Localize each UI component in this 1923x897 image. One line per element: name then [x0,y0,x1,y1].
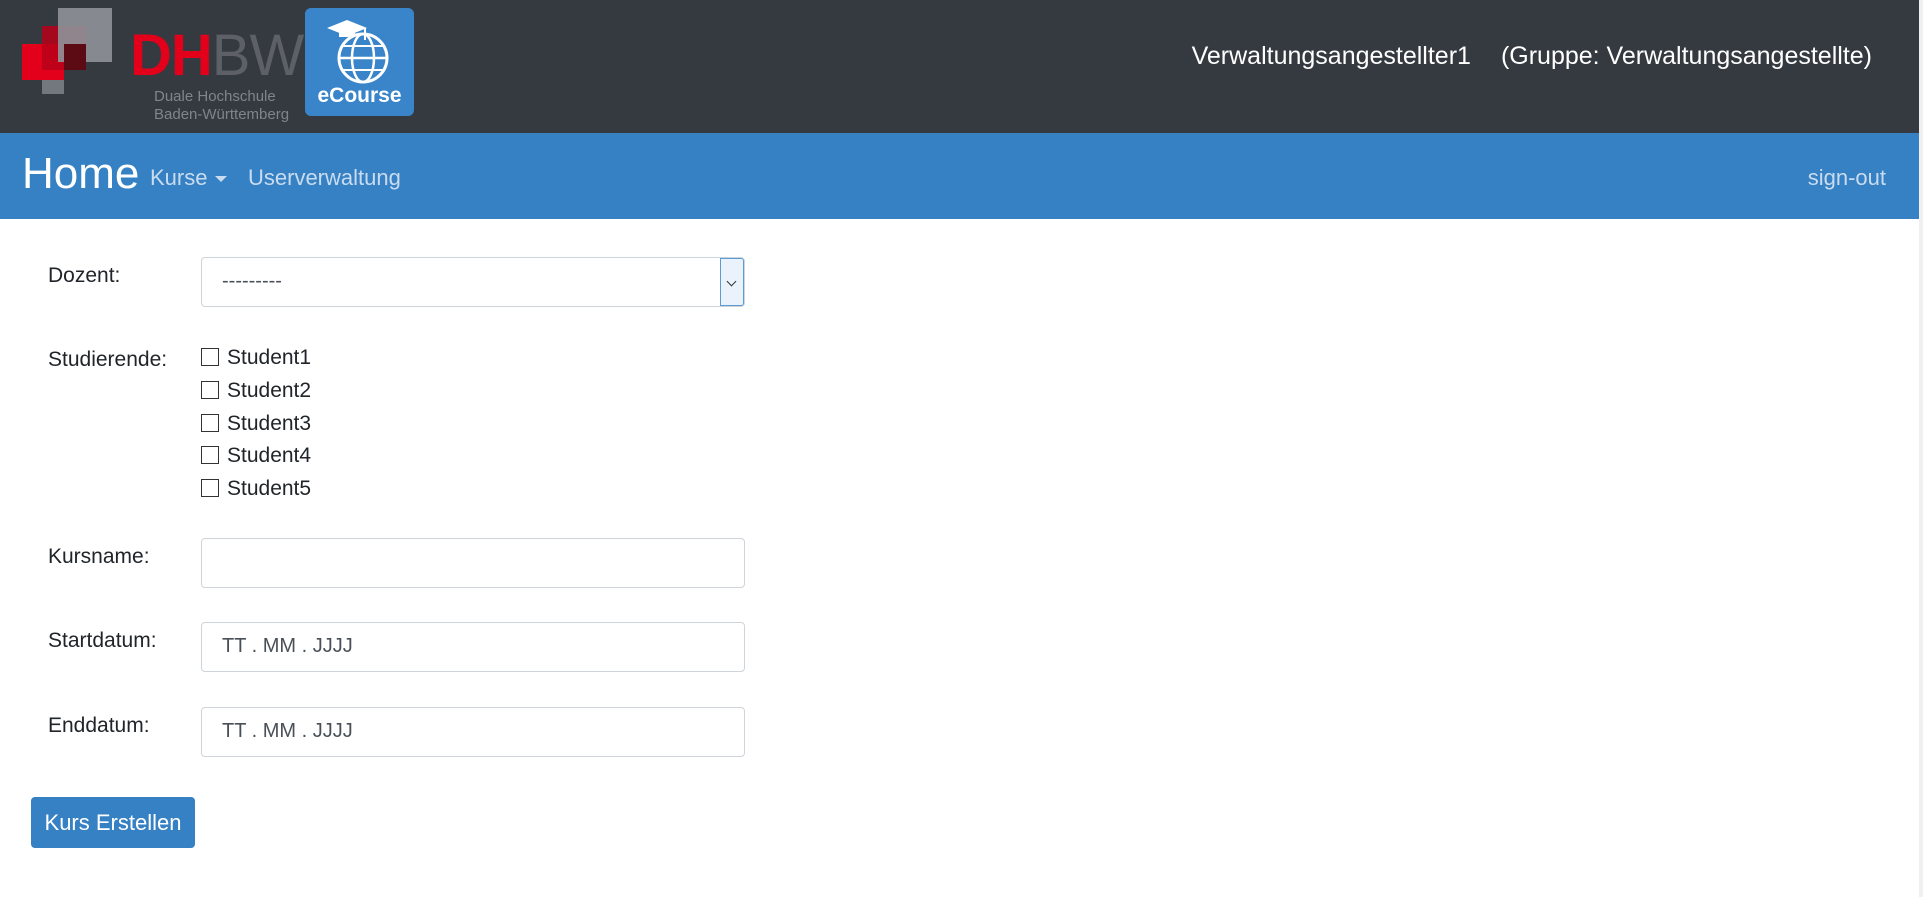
scrollbar-track[interactable] [1919,0,1923,897]
student2-checkbox[interactable] [201,381,219,399]
nav-kurse-dropdown[interactable]: Kurse [150,165,228,191]
user-info: Verwaltungsangestellter1 (Gruppe: Verwalt… [1192,42,1872,71]
graduation-globe-icon [327,20,389,84]
kursname-label: Kursname: [48,545,150,568]
dhbw-wordmark: DHBW [130,23,304,88]
main-navbar: Home Kurse Userverwaltung sign-out [0,133,1919,219]
home-link[interactable]: Home [22,149,139,199]
enddatum-label: Enddatum: [48,714,150,737]
startdatum-input[interactable]: TT . MM . JJJJ [201,622,745,672]
kursname-input[interactable] [201,538,745,588]
student5-label: Student5 [227,477,312,500]
dozent-select-value: --------- [222,270,282,292]
dozent-label: Dozent: [48,264,121,287]
student2-label: Student2 [227,379,312,402]
dozent-select[interactable]: --------- [201,257,745,307]
student3-label: Student3 [227,412,312,435]
chevron-down-icon [726,276,737,287]
dhbw-logo: DHBW Duale Hochschule Baden-Württemberg [22,8,304,123]
dropdown-toggle[interactable] [720,258,744,306]
user-group: (Gruppe: Verwaltungsangestellte) [1500,42,1872,70]
nav-userverwaltung[interactable]: Userverwaltung [248,165,401,191]
startdatum-placeholder: TT . MM . JJJJ [222,635,353,657]
ecourse-logo[interactable]: eCourse [305,8,414,116]
nav-kurse-label: Kurse [150,165,208,190]
startdatum-label: Startdatum: [48,629,157,652]
dhbw-subtitle: Duale Hochschule Baden-Württemberg [154,88,289,124]
student5-checkbox[interactable] [201,479,219,497]
sign-out-link[interactable]: sign-out [1808,165,1886,191]
student3-checkbox[interactable] [201,414,219,432]
studierende-label: Studierende: [48,348,168,371]
student4-label: Student4 [227,444,312,467]
kurs-erstellen-button[interactable]: Kurs Erstellen [31,797,195,848]
dhbw-mark-icon [22,8,112,94]
caret-down-icon [215,176,228,183]
dhbw-subtitle-line1: Duale Hochschule [154,88,276,105]
enddatum-input[interactable]: TT . MM . JJJJ [201,707,745,757]
ecourse-label: eCourse [317,84,402,107]
top-header: DHBW Duale Hochschule Baden-Württemberg … [0,0,1919,133]
user-name: Verwaltungsangestellter1 [1191,42,1471,70]
enddatum-placeholder: TT . MM . JJJJ [222,720,353,742]
dhbw-subtitle-line2: Baden-Württemberg [154,106,290,123]
student4-checkbox[interactable] [201,446,219,464]
student1-checkbox[interactable] [201,348,219,366]
student1-label: Student1 [227,346,312,369]
